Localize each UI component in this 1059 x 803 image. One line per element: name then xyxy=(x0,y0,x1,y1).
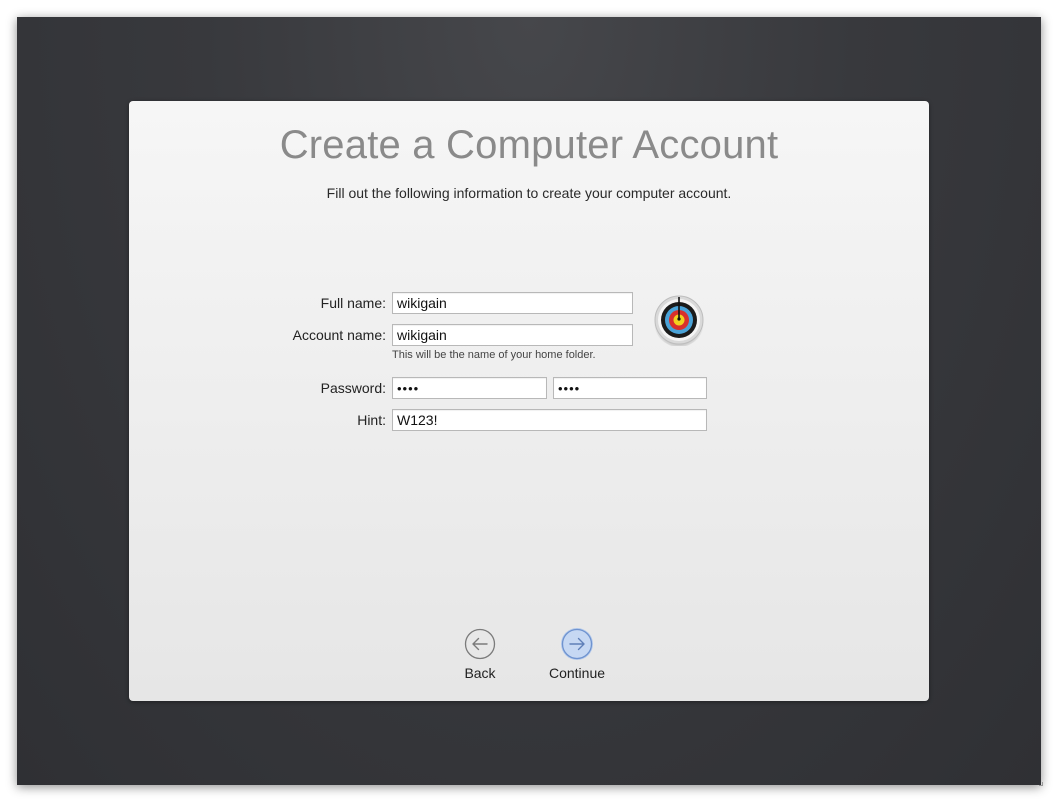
page-subtitle: Fill out the following information to cr… xyxy=(326,185,732,201)
account-name-help: This will be the name of your home folde… xyxy=(392,349,596,361)
password-verify-field[interactable] xyxy=(553,377,707,399)
account-name-label: Account name: xyxy=(292,327,386,343)
password-field[interactable] xyxy=(392,377,547,399)
full-name-label: Full name: xyxy=(320,295,386,311)
desktop-background: Create a Computer Account Fill out the f… xyxy=(17,17,1041,785)
user-picture-button[interactable] xyxy=(653,294,705,347)
arrow-left-circle-icon xyxy=(464,628,496,660)
password-label: Password: xyxy=(320,380,386,396)
continue-label: Continue xyxy=(548,665,606,681)
account-name-field[interactable] xyxy=(392,324,633,346)
hint-label: Hint: xyxy=(357,412,386,428)
back-label: Back xyxy=(464,665,496,681)
back-button[interactable]: Back xyxy=(440,627,520,681)
arrow-right-circle-icon xyxy=(561,628,593,660)
resize-corner xyxy=(1039,782,1043,786)
archery-target-icon xyxy=(654,295,704,347)
setup-panel: Create a Computer Account Fill out the f… xyxy=(129,101,929,701)
hint-field[interactable] xyxy=(392,409,707,431)
page-title: Create a Computer Account xyxy=(279,123,779,167)
full-name-field[interactable] xyxy=(392,292,633,314)
continue-button[interactable]: Continue xyxy=(537,627,617,681)
